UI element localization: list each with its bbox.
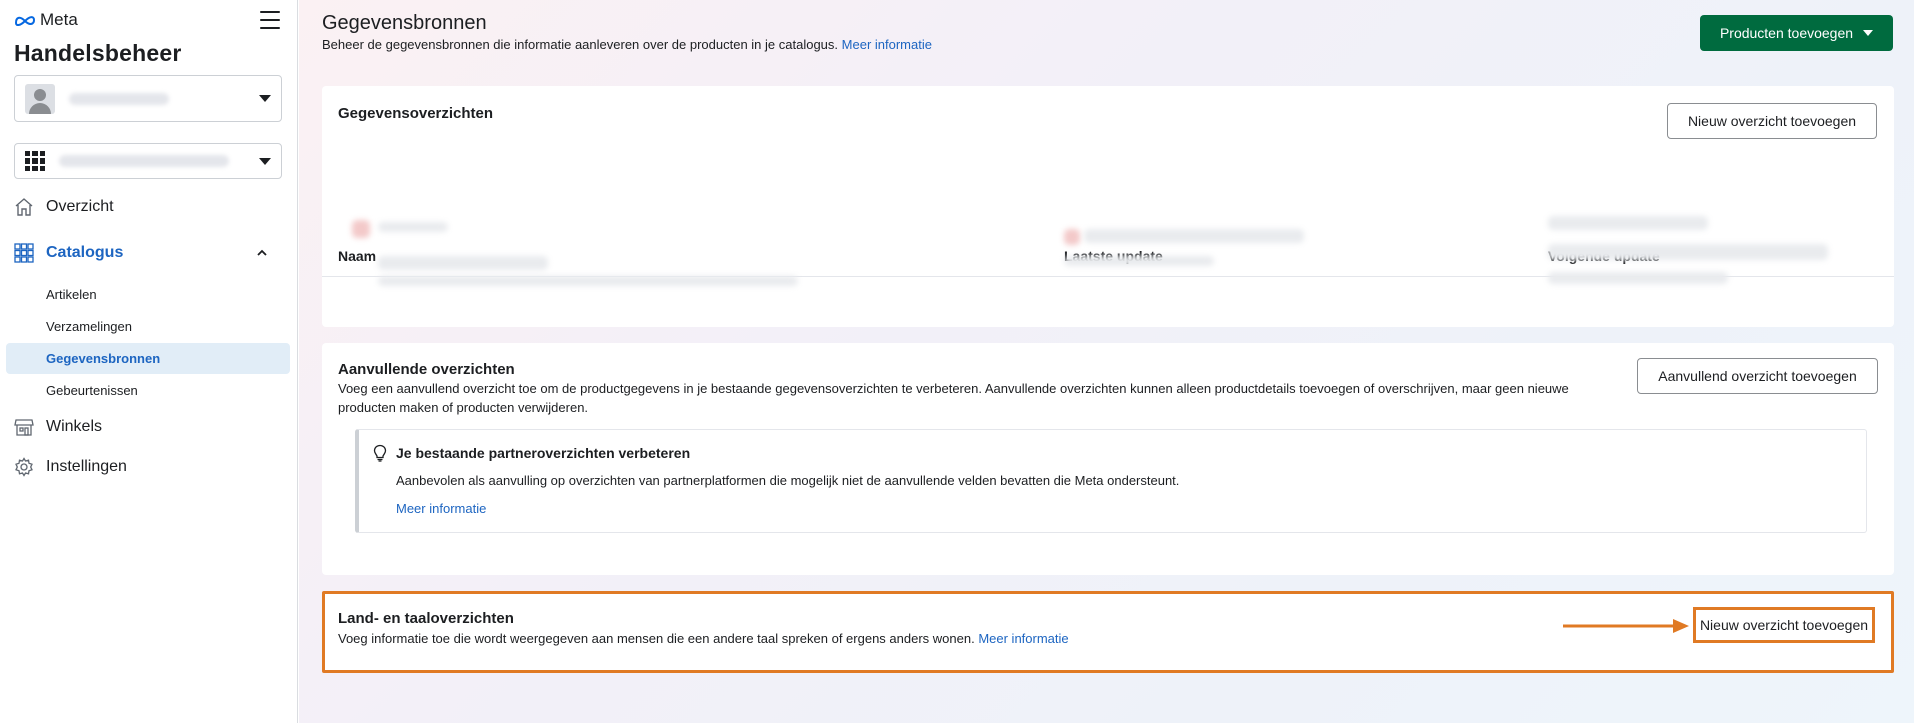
main-content: Gegevensbronnen Beheer de gegevensbronne… [299, 0, 1914, 723]
add-supplementary-feed-button[interactable]: Aanvullend overzicht toevoegen [1637, 358, 1878, 394]
redacted-account-name [69, 92, 169, 105]
data-feeds-title: Gegevensoverzichten [338, 105, 494, 122]
chevron-down-icon [259, 95, 271, 102]
chevron-down-icon [1863, 30, 1874, 36]
supplementary-feeds-card: Aanvullende overzichten Voeg een aanvull… [322, 343, 1894, 575]
supplementary-title: Aanvullende overzichten [338, 361, 515, 378]
redacted-status-icon [352, 220, 370, 238]
redacted-feed-detail [378, 256, 548, 270]
nav-shops[interactable]: Winkels [14, 413, 102, 441]
redacted-feed-name [378, 222, 448, 232]
redacted-next-update [1548, 216, 1708, 230]
meta-infinity-icon [14, 16, 36, 26]
redacted-update-status-icon [1064, 229, 1080, 245]
sidebar-item-verzamelingen[interactable]: Verzamelingen [6, 311, 290, 342]
sidebar: Meta Handelsbeheer Overzicht Catalogus A… [0, 0, 298, 723]
nav-shops-label: Winkels [46, 418, 103, 435]
redacted-feed-url [378, 276, 798, 286]
redacted-catalog-name [59, 155, 229, 167]
add-products-button[interactable]: Producten toevoegen [1700, 15, 1893, 51]
nav-catalog[interactable]: Catalogus [14, 239, 123, 267]
new-localized-feed-button[interactable]: Nieuw overzicht toevoegen [1693, 607, 1875, 643]
header-more-info-link[interactable]: Meer informatie [842, 37, 932, 52]
redacted-next-update-note [1548, 272, 1728, 284]
avatar [25, 83, 55, 114]
chevron-down-icon [259, 157, 271, 165]
page-subtitle-text: Beheer de gegevensbronnen die informatie… [322, 37, 839, 52]
supplementary-description: Voeg een aanvullend overzicht toe om de … [338, 381, 1569, 415]
chevron-up-icon[interactable] [256, 247, 268, 259]
sidebar-item-gegevensbronnen[interactable]: Gegevensbronnen [6, 343, 290, 374]
localized-title: Land- en taaloverzichten [338, 610, 514, 627]
add-products-label: Producten toevoegen [1719, 25, 1854, 41]
tip-text: Aanbevolen als aanvulling op overzichten… [396, 473, 1180, 488]
lightbulb-icon [373, 444, 387, 462]
page-title: Gegevensbronnen [322, 12, 487, 34]
redacted-last-update-detail [1064, 256, 1214, 266]
localized-more-info-link[interactable]: Meer informatie [978, 631, 1068, 646]
menu-icon[interactable] [260, 11, 280, 29]
nav-settings[interactable]: Instellingen [14, 453, 127, 481]
nav-overview-label: Overzicht [46, 198, 114, 215]
column-header-name[interactable]: Naam [338, 248, 376, 264]
redacted-next-update-detail [1548, 244, 1828, 260]
tip-more-info-link[interactable]: Meer informatie [396, 501, 486, 516]
brand-name: Meta [40, 10, 78, 29]
shop-icon [14, 417, 34, 437]
annotation-arrow-icon [1563, 619, 1689, 633]
tip-title: Je bestaande partneroverzichten verbeter… [396, 445, 691, 461]
home-icon [14, 197, 34, 217]
nav-overview[interactable]: Overzicht [14, 193, 114, 221]
sidebar-item-gebeurtenissen[interactable]: Gebeurtenissen [6, 375, 290, 406]
catalog-grid-icon [25, 151, 45, 171]
new-feed-button[interactable]: Nieuw overzicht toevoegen [1667, 103, 1877, 139]
meta-logo[interactable]: Meta [14, 10, 78, 29]
catalog-selector[interactable] [14, 143, 282, 179]
localized-description: Voeg informatie toe die wordt weergegeve… [338, 629, 1069, 648]
tip-box: Je bestaande partneroverzichten verbeter… [355, 429, 1867, 533]
gear-icon [14, 457, 34, 477]
account-selector[interactable] [14, 75, 282, 122]
nav-settings-label: Instellingen [46, 458, 127, 475]
app-title: Handelsbeheer [14, 40, 182, 66]
nav-catalog-label: Catalogus [46, 244, 124, 261]
localized-description-text: Voeg informatie toe die wordt weergegeve… [338, 631, 975, 646]
catalog-icon [14, 243, 34, 263]
sidebar-item-artikelen[interactable]: Artikelen [6, 279, 290, 310]
data-feeds-card: Gegevensoverzichten Nieuw overzicht toev… [322, 86, 1894, 327]
redacted-last-update [1084, 229, 1304, 243]
localized-feeds-card: Land- en taaloverzichten Voeg informatie… [322, 591, 1894, 673]
page-subtitle: Beheer de gegevensbronnen die informatie… [322, 37, 932, 52]
